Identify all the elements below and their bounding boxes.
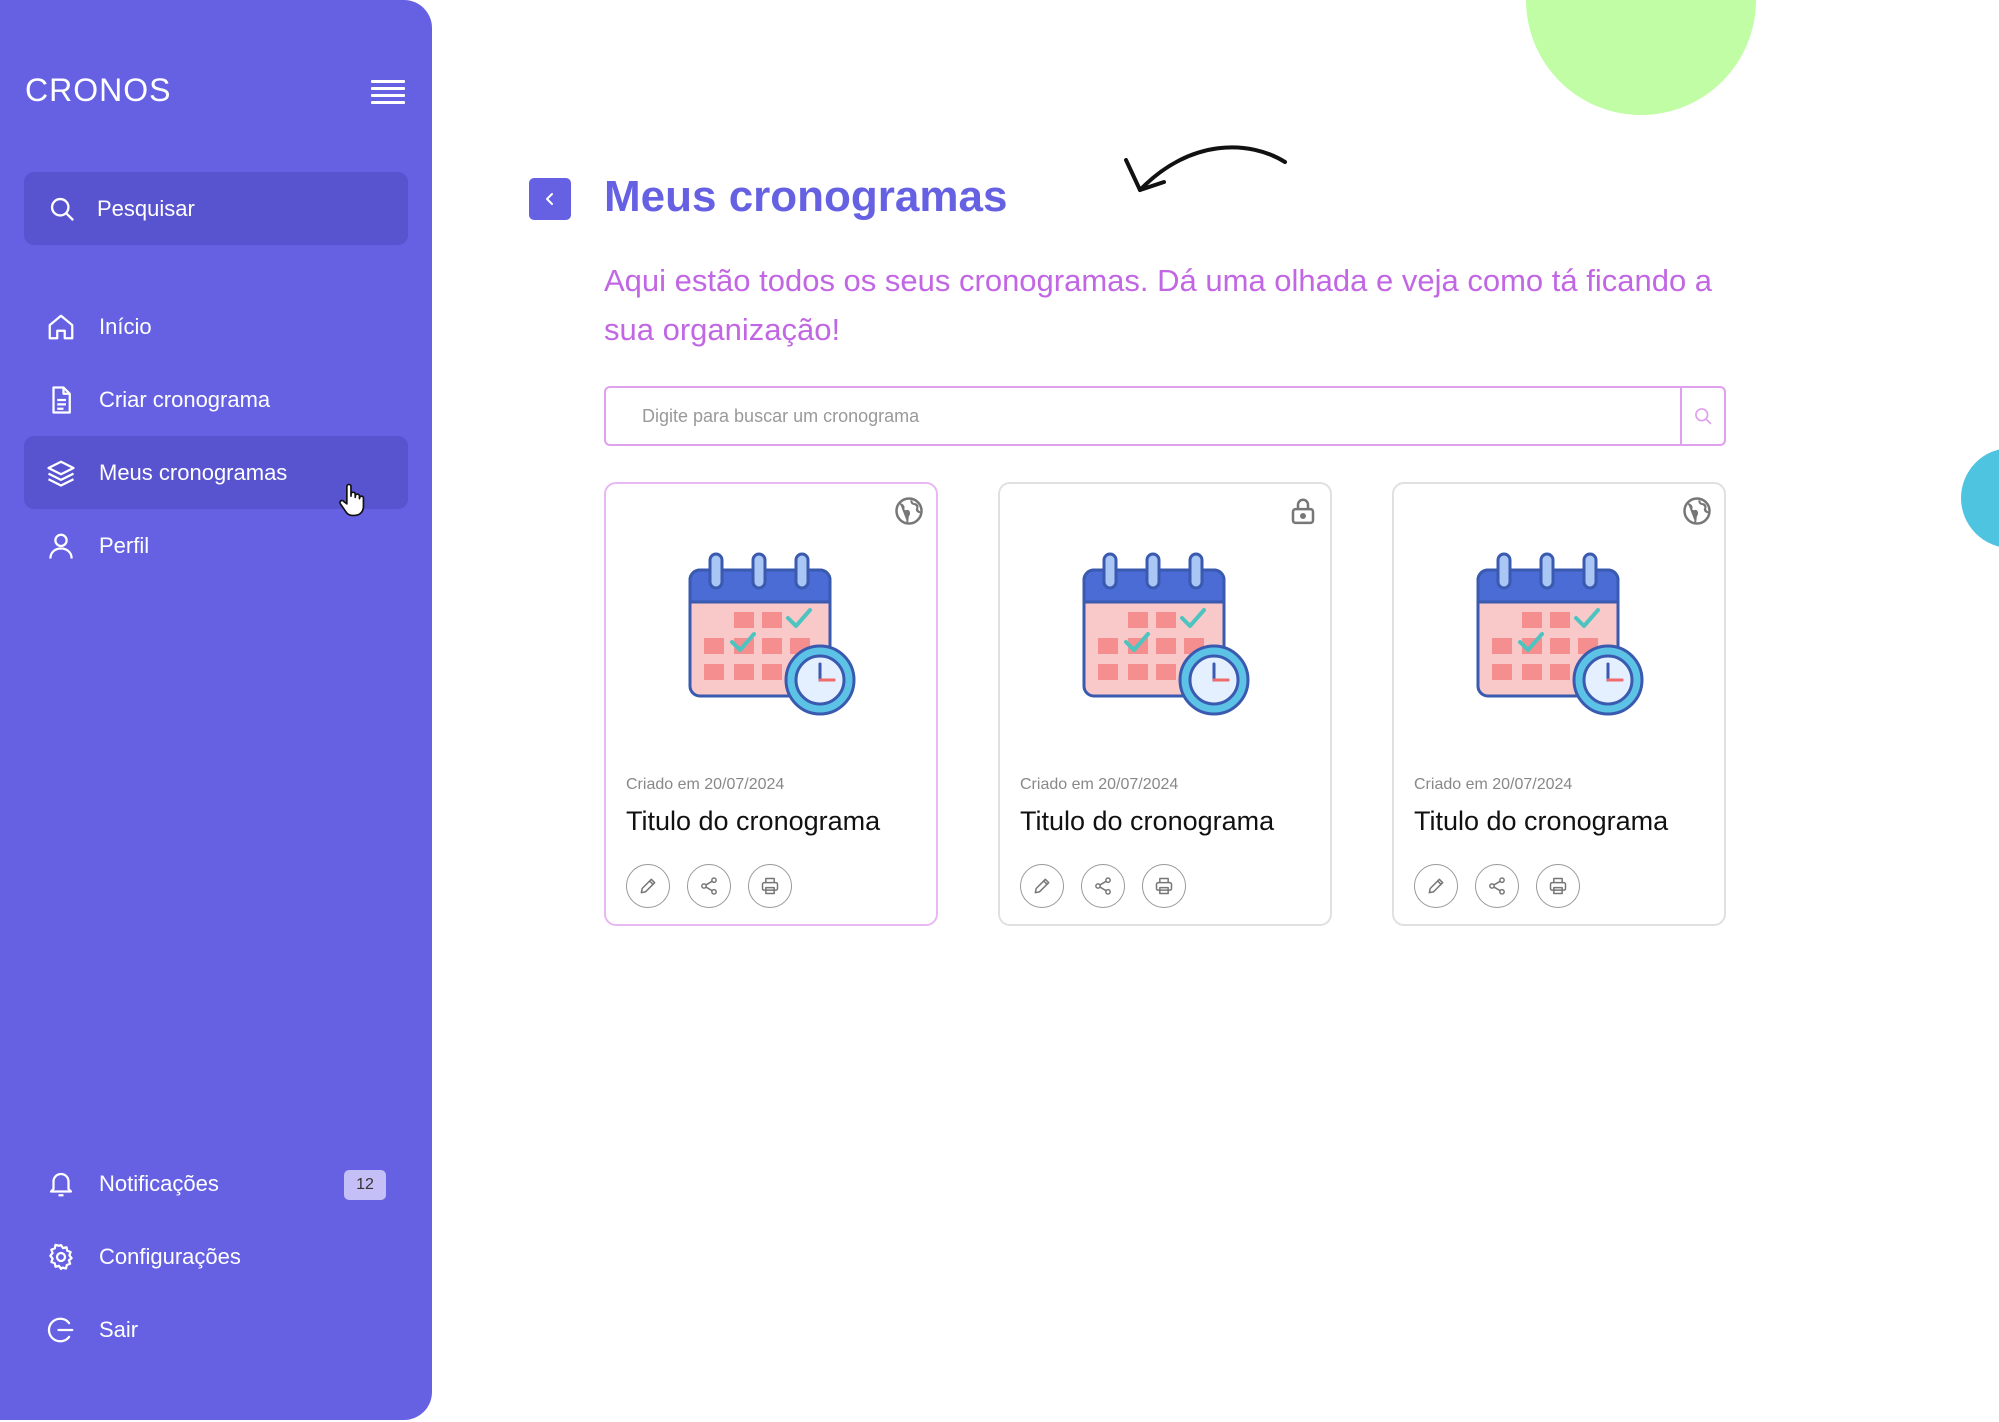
chevron-left-icon [546, 193, 553, 205]
share-button[interactable] [1475, 864, 1519, 908]
back-button[interactable] [529, 178, 571, 220]
card-date: Criado em 20/07/2024 [626, 776, 785, 793]
sidebar-search-label: Pesquisar [97, 195, 195, 221]
page-title: Meus cronogramas [604, 172, 1008, 221]
globe-icon[interactable] [1682, 496, 1712, 526]
sidebar-item-label: Configurações [99, 1243, 241, 1269]
calendar-clock-illustration [1476, 552, 1644, 716]
sidebar-item-inicio[interactable]: Início [24, 290, 408, 363]
edit-button[interactable] [1020, 864, 1064, 908]
layers-icon [47, 460, 75, 487]
schedule-search [604, 386, 1726, 446]
printer-icon [761, 877, 779, 895]
hand-cursor-icon [339, 483, 365, 517]
arrow-doodle-icon [1124, 145, 1287, 192]
schedule-search-input[interactable] [606, 388, 1680, 444]
pencil-icon [1034, 878, 1050, 894]
sidebar-search[interactable]: Pesquisar [24, 172, 408, 245]
sidebar-item-label: Perfil [99, 532, 150, 558]
sidebar: CRONOS Pesquisar Início Criar cronograma… [0, 0, 432, 1420]
logout-icon [47, 1317, 74, 1342]
edit-button[interactable] [626, 864, 670, 908]
sidebar-item-perfil[interactable]: Perfil [24, 509, 408, 582]
sidebar-item-label: Início [99, 313, 152, 339]
calendar-clock-illustration [1082, 552, 1250, 716]
sidebar-item-sair[interactable]: Sair [24, 1293, 408, 1366]
card-title: Titulo do cronograma [1414, 806, 1669, 836]
decorative-green-circle [1526, 0, 1756, 115]
card-actions [626, 864, 792, 908]
lock-icon[interactable] [1288, 496, 1318, 526]
search-button[interactable] [1680, 388, 1724, 444]
print-button[interactable] [1536, 864, 1580, 908]
card-title: Titulo do cronograma [626, 806, 881, 836]
print-button[interactable] [748, 864, 792, 908]
bell-icon [49, 1172, 73, 1196]
share-button[interactable] [1081, 864, 1125, 908]
calendar-clock-illustration [688, 552, 856, 716]
decorative-blue-circle [1961, 448, 1999, 548]
search-icon [50, 197, 74, 221]
printer-icon [1549, 877, 1567, 895]
card-date: Criado em 20/07/2024 [1020, 776, 1179, 793]
sidebar-item-label: Sair [99, 1316, 139, 1342]
sidebar-item-label: Criar cronograma [99, 386, 271, 412]
share-icon [1095, 877, 1111, 895]
pencil-icon [640, 878, 656, 894]
notification-count-badge: 12 [344, 1170, 386, 1200]
sidebar-item-label: Meus cronogramas [99, 459, 288, 485]
pencil-icon [1428, 878, 1444, 894]
printer-icon [1155, 877, 1173, 895]
menu-toggle-icon[interactable] [371, 80, 405, 105]
schedule-card[interactable]: Criado em 20/07/2024 Titulo do cronogram… [1392, 482, 1726, 926]
search-icon [1695, 408, 1712, 425]
card-title: Titulo do cronograma [1020, 806, 1275, 836]
card-date: Criado em 20/07/2024 [1414, 776, 1573, 793]
sidebar-item-criar-cronograma[interactable]: Criar cronograma [24, 363, 408, 436]
file-icon [52, 385, 71, 414]
card-actions [1414, 864, 1580, 908]
home-icon [48, 314, 74, 339]
app-logo: CRONOS [25, 72, 172, 108]
sidebar-item-configuracoes[interactable]: Configurações [24, 1220, 408, 1293]
share-button[interactable] [687, 864, 731, 908]
card-actions [1020, 864, 1186, 908]
share-icon [701, 877, 717, 895]
page-subtitle: Aqui estão todos os seus cronogramas. Dá… [604, 263, 1713, 347]
globe-icon[interactable] [894, 496, 924, 526]
print-button[interactable] [1142, 864, 1186, 908]
schedule-card[interactable]: Criado em 20/07/2024 Titulo do cronogram… [604, 482, 938, 926]
edit-button[interactable] [1414, 864, 1458, 908]
user-icon [49, 533, 73, 559]
share-icon [1489, 877, 1505, 895]
gear-icon [49, 1243, 73, 1270]
schedule-card[interactable]: Criado em 20/07/2024 Titulo do cronogram… [998, 482, 1332, 926]
sidebar-item-label: Notificações [99, 1170, 219, 1196]
